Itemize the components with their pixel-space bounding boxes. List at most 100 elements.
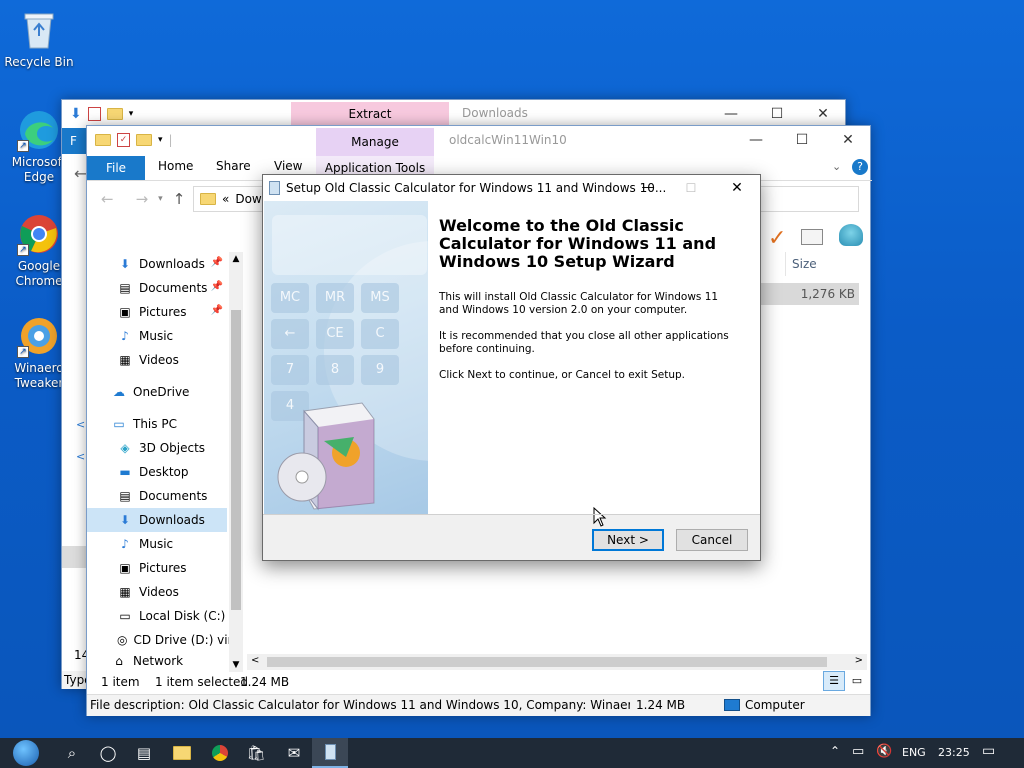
scrollbar-thumb[interactable]: [267, 657, 827, 667]
properties-icon[interactable]: ✓: [117, 133, 130, 147]
close-button[interactable]: ✕: [825, 126, 871, 154]
maximize-button[interactable]: ☐: [754, 100, 800, 128]
nav-item-pictures-pc[interactable]: ▣ Pictures: [87, 556, 227, 580]
scrollbar-thumb[interactable]: [231, 310, 241, 610]
calc-key: C: [361, 319, 399, 349]
pin-icon[interactable]: 📌: [211, 281, 223, 292]
column-header-size[interactable]: Size: [785, 252, 865, 276]
nav-item-downloads[interactable]: ⬇ Downloads 📌: [87, 252, 227, 276]
software-box-icon: [277, 402, 375, 511]
wizard-paragraph-1: This will install Old Classic Calculator…: [439, 291, 719, 316]
calc-key: MR: [316, 283, 354, 313]
file-explorer-taskbar-icon[interactable]: [164, 738, 200, 768]
nav-item-pictures[interactable]: ▣ Pictures 📌: [87, 300, 227, 324]
nav-item-videos-pc[interactable]: ▦ Videos: [87, 580, 227, 604]
horizontal-scrollbar[interactable]: < >: [247, 654, 867, 670]
pin-icon[interactable]: 📌: [211, 305, 223, 316]
wizard-paragraph-3: Click Next to continue, or Cancel to exi…: [439, 369, 685, 381]
chrome-taskbar-icon[interactable]: [202, 738, 238, 768]
help-icon[interactable]: ?: [852, 159, 868, 175]
language-indicator[interactable]: ENG: [902, 746, 926, 759]
chevron-down-icon[interactable]: ▾: [158, 135, 163, 145]
minimize-button[interactable]: —: [733, 126, 779, 154]
nav-item-music[interactable]: ♪ Music: [87, 324, 227, 348]
volume-muted-icon[interactable]: 🔇: [876, 744, 892, 759]
setup-taskbar-icon[interactable]: [312, 738, 348, 768]
breadcrumb-overflow-icon[interactable]: «: [222, 192, 229, 206]
start-button[interactable]: [6, 738, 46, 768]
recent-locations-icon[interactable]: ▾: [158, 194, 163, 204]
scroll-right-icon[interactable]: >: [855, 655, 863, 666]
folder-icon: [95, 134, 111, 146]
folder-icon: [173, 746, 191, 760]
setup-wizard-dialog[interactable]: Setup Old Classic Calculator for Windows…: [262, 174, 761, 561]
mail-icon[interactable]: ✉: [276, 738, 312, 768]
nav-item-this-pc[interactable]: ▭ This PC: [87, 412, 227, 436]
download-arrow-icon: ⬇: [119, 513, 131, 527]
large-icons-view-icon[interactable]: ▭: [847, 672, 867, 690]
scroll-up-icon[interactable]: ▲: [229, 254, 243, 264]
task-view-icon[interactable]: ▤: [126, 738, 162, 768]
action-center-icon[interactable]: ▭: [982, 743, 995, 759]
cancel-button[interactable]: Cancel: [676, 529, 748, 551]
pin-icon[interactable]: 📌: [211, 257, 223, 268]
back-arrow-icon[interactable]: ←: [101, 190, 114, 208]
navigation-buttons: ← → ▾ ↑: [101, 190, 185, 208]
forward-arrow-icon[interactable]: →: [136, 190, 149, 208]
ribbon-tab-home[interactable]: Home: [158, 159, 193, 173]
nav-item-desktop[interactable]: ▬ Desktop: [87, 460, 227, 484]
quick-access-toolbar: ⬇ ▾: [70, 100, 133, 128]
show-hidden-icons-icon[interactable]: ⌃: [830, 744, 840, 758]
ribbon-context-extract[interactable]: Extract: [291, 102, 449, 126]
clock[interactable]: 23:25: [938, 746, 970, 759]
scroll-down-icon[interactable]: ▼: [229, 660, 243, 670]
store-icon[interactable]: 🛍: [238, 738, 274, 768]
ribbon-tab-share[interactable]: Share: [216, 159, 251, 173]
ribbon-expand-icon[interactable]: ⌄: [832, 160, 841, 173]
minimize-button[interactable]: —: [708, 100, 754, 128]
ribbon-context-manage[interactable]: Manage: [316, 128, 434, 156]
desktop-icon-recycle-bin[interactable]: Recycle Bin: [0, 8, 78, 70]
shortcut-arrow-icon: ↗: [17, 244, 29, 256]
search-icon[interactable]: ⌕: [54, 738, 90, 768]
file-size-cell[interactable]: 1,276 KB: [759, 283, 859, 305]
scroll-left-icon[interactable]: <: [251, 655, 259, 666]
email-icon[interactable]: [801, 229, 823, 245]
nav-item-3d-objects[interactable]: ◈ 3D Objects: [87, 436, 227, 460]
maximize-button[interactable]: ☐: [779, 126, 825, 154]
nav-item-music-pc[interactable]: ♪ Music: [87, 532, 227, 556]
next-button[interactable]: Next >: [592, 529, 664, 551]
network-icon[interactable]: ▭: [852, 744, 864, 759]
cortana-icon[interactable]: ◯: [90, 738, 126, 768]
ribbon-tab-view[interactable]: View: [274, 159, 302, 173]
nav-item-documents[interactable]: ▤ Documents 📌: [87, 276, 227, 300]
close-button[interactable]: ✕: [800, 100, 846, 128]
download-arrow-icon[interactable]: ⬇: [70, 106, 82, 122]
videos-icon: ▦: [119, 585, 131, 599]
dialog-titlebar[interactable]: Setup Old Classic Calculator for Windows…: [263, 175, 760, 201]
nav-item-local-disk[interactable]: ▭ Local Disk (C:): [87, 604, 227, 628]
ribbon-file-tab[interactable]: F: [62, 128, 88, 154]
shell-icon[interactable]: [839, 224, 863, 246]
nav-expand-icon: <: [76, 418, 86, 431]
ribbon-file-tab[interactable]: File: [87, 156, 145, 180]
wizard-heading: Welcome to the Old Classic Calculator fo…: [439, 216, 717, 271]
new-folder-icon[interactable]: [136, 134, 152, 146]
nav-item-cd-drive[interactable]: ◎ CD Drive (D:) virt: [87, 628, 229, 652]
up-arrow-icon[interactable]: ↑: [173, 190, 186, 208]
music-icon: ♪: [121, 329, 129, 343]
navigation-scrollbar[interactable]: ▲ ▼: [229, 252, 243, 672]
nav-item-videos[interactable]: ▦ Videos: [87, 348, 227, 372]
nav-item-network[interactable]: ⌂ Network: [87, 655, 227, 667]
close-button[interactable]: ✕: [722, 175, 752, 201]
nav-item-onedrive[interactable]: ☁ OneDrive: [87, 380, 227, 404]
nav-item-documents-pc[interactable]: ▤ Documents: [87, 484, 227, 508]
properties-icon[interactable]: [87, 107, 101, 121]
details-view-icon[interactable]: ☰: [823, 671, 845, 691]
minimize-button[interactable]: —: [633, 175, 663, 201]
chevron-down-icon[interactable]: ▾: [129, 109, 134, 119]
checkmark-icon[interactable]: ✓: [768, 226, 786, 251]
taskbar: ⌕ ◯ ▤ 🛍 ✉ ⌃ ▭ 🔇 ENG 23:25 ▭: [0, 738, 1024, 768]
new-folder-icon[interactable]: [106, 108, 123, 120]
nav-item-downloads-pc[interactable]: ⬇ Downloads: [87, 508, 227, 532]
